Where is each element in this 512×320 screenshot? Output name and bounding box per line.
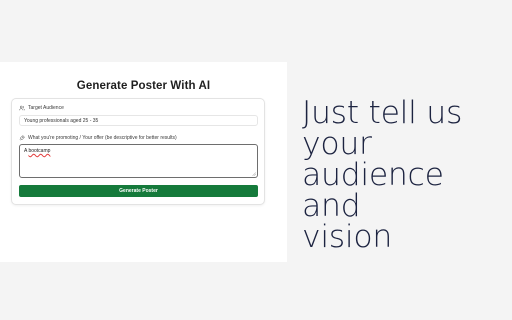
target-audience-input[interactable]: Young professionals aged 25 - 35 (19, 115, 258, 126)
resize-handle-icon[interactable] (252, 172, 256, 176)
hero-headline: Just tell us your audience and vision (302, 95, 507, 255)
hero-line: your (302, 126, 372, 162)
hero-line: vision (302, 219, 392, 255)
users-icon (19, 105, 25, 111)
generate-poster-button[interactable]: Generate Poster (19, 185, 258, 197)
target-audience-label-text: Target Audience (28, 105, 64, 111)
promotion-label: What you're promoting / Your offer (be d… (19, 135, 177, 141)
hero-line: audience and (302, 157, 444, 224)
rocket-icon (19, 135, 25, 141)
hero-line: Just tell us (302, 95, 463, 131)
promotion-text-word: bootcamp (28, 148, 51, 154)
target-audience-label: Target Audience (19, 105, 64, 111)
promotion-textarea[interactable]: A bootcamp (19, 144, 258, 178)
form-title: Generate Poster With AI (76, 80, 211, 92)
promotion-label-text: What you're promoting / Your offer (be d… (28, 135, 177, 141)
poster-form-card: Target Audience Young professionals aged… (11, 98, 265, 205)
